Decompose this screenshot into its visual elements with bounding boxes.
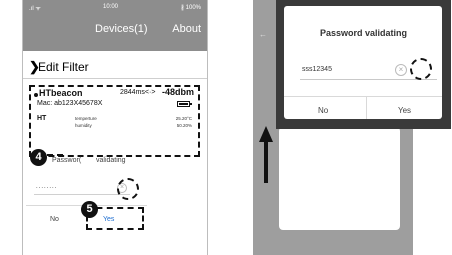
page-title: Devices(1) xyxy=(95,23,148,35)
password-input[interactable]: sss12345 xyxy=(302,66,332,73)
battery-terminal xyxy=(190,103,192,105)
app-header: .ıl ᯤ 10:00 ∦ 100% Devices(1) About xyxy=(23,0,207,51)
annotation-circle xyxy=(117,178,139,200)
measurement-value: 50.20% xyxy=(176,123,192,128)
step-marker-4: 4 xyxy=(30,149,47,166)
clear-icon[interactable]: × xyxy=(395,64,407,76)
status-time: 10:00 xyxy=(103,4,119,10)
rssi-value: -48dbm xyxy=(161,87,194,97)
dialog-title-part: Passwor( xyxy=(52,157,82,164)
measurement-label: humidity xyxy=(75,123,92,128)
dialog-title-part: validating xyxy=(96,157,126,164)
back-arrow-icon: ← xyxy=(259,30,267,39)
measurement-label: temperture xyxy=(75,116,97,121)
battery-icon xyxy=(177,101,190,107)
yes-button[interactable]: Yes xyxy=(398,106,411,115)
password-dialog xyxy=(279,127,400,230)
annotation-leader xyxy=(47,154,63,156)
measurement-value: 25.20°C xyxy=(175,116,192,121)
status-dot-icon xyxy=(34,93,38,97)
edit-filter-label: Edit Filter xyxy=(38,60,89,74)
edit-filter-row[interactable]: ❯ Edit Filter xyxy=(23,56,207,79)
annotation-circle xyxy=(410,58,432,80)
button-divider xyxy=(366,97,367,119)
zoom-arrow-shaft xyxy=(264,140,268,183)
about-link[interactable]: About xyxy=(172,23,201,35)
password-field[interactable]: ........ xyxy=(36,184,57,190)
input-underline xyxy=(34,194,130,195)
no-button[interactable]: No xyxy=(318,106,328,115)
mac-address: Mac: ab123X45678X xyxy=(37,100,103,107)
arrow-up-icon xyxy=(259,126,273,142)
no-button[interactable]: No xyxy=(50,216,59,223)
broadcast-interval: 2844ms<·> xyxy=(120,89,156,96)
device-card[interactable]: HTbeacon 2844ms<·> -48dbm Mac: ab123X456… xyxy=(29,85,200,157)
dialog-title: Password validating xyxy=(320,28,408,38)
device-name: HTbeacon xyxy=(39,88,83,98)
step-marker-5: 5 xyxy=(81,201,98,218)
battery-status: ∦ 100% xyxy=(180,5,201,11)
sensor-type: HT xyxy=(37,115,47,122)
signal-status: .ıl ᯤ xyxy=(29,6,41,12)
divider xyxy=(284,96,442,97)
